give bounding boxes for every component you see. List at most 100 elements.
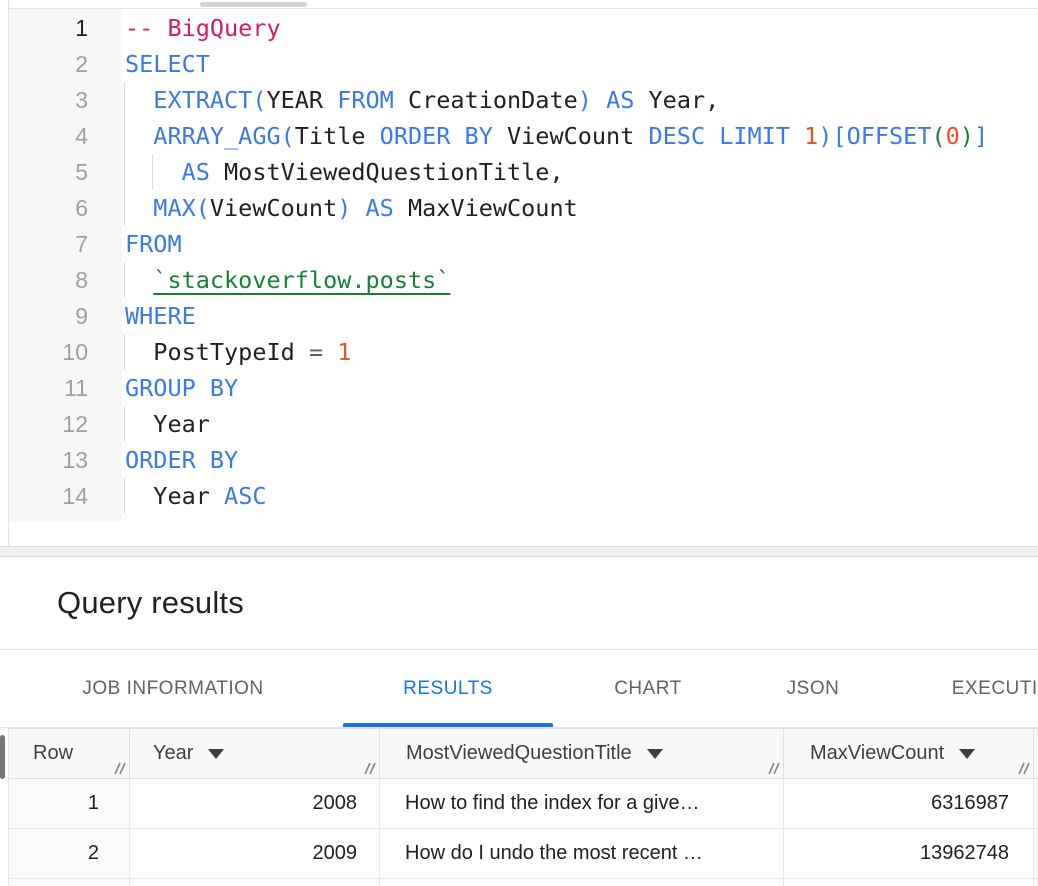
code-token — [125, 158, 182, 186]
code-token — [125, 86, 153, 114]
column-header-row[interactable]: Row — [9, 729, 130, 778]
code-line[interactable]: -- BigQuery — [125, 10, 1038, 46]
code-token: `stackoverflow.posts` — [153, 266, 450, 294]
tab-execution-details[interactable]: EXECUTION DETAILS — [883, 650, 1038, 727]
code-token: ) AS — [337, 194, 394, 222]
code-token: PostTypeId — [153, 338, 309, 366]
table-cell[interactable]: 2008 — [130, 779, 380, 828]
sql-code-editor[interactable]: 1234567891011121314 -- BigQuerySELECT EX… — [9, 9, 1038, 546]
caret-down-icon[interactable] — [208, 749, 224, 759]
code-line[interactable]: ORDER BY — [125, 442, 1038, 478]
panel-resize-divider[interactable] — [0, 546, 1038, 557]
line-number: 4 — [9, 118, 122, 154]
code-line[interactable]: Year ASC — [125, 478, 1038, 514]
code-line[interactable]: ARRAY_AGG(Title ORDER BY ViewCount DESC … — [125, 118, 1038, 154]
table-cell[interactable]: 6316987 — [784, 779, 1034, 828]
table-cell[interactable]: How to find the index for a give… — [380, 779, 784, 828]
table-cell — [9, 879, 130, 886]
column-header-mostviewedquestiontitle[interactable]: MostViewedQuestionTitle — [380, 729, 784, 778]
tab-chart[interactable]: CHART — [553, 650, 743, 727]
code-line[interactable]: Year — [125, 406, 1038, 442]
code-line[interactable]: `stackoverflow.posts` — [125, 262, 1038, 298]
code-lines[interactable]: -- BigQuery SELECT EXTRACT(YEAR FROM Crea… — [125, 10, 1038, 514]
indent-guide — [124, 190, 125, 226]
code-token: 0 — [946, 122, 960, 150]
code-token: WHERE — [125, 302, 196, 330]
code-line[interactable]: GROUP BY — [125, 370, 1038, 406]
code-line[interactable]: WHERE — [125, 298, 1038, 334]
code-token: MAX( — [153, 194, 210, 222]
code-line[interactable]: EXTRACT(YEAR FROM CreationDate) AS Year, — [125, 82, 1038, 118]
code-line[interactable]: PostTypeId = 1 — [125, 334, 1038, 370]
vertical-scrollbar-thumb[interactable] — [0, 735, 5, 779]
code-token: DESC LIMIT — [649, 122, 805, 150]
code-token: FROM — [337, 86, 394, 114]
column-resize-handle-icon[interactable] — [360, 759, 376, 775]
code-line[interactable]: MAX(ViewCount) AS MaxViewCount — [125, 190, 1038, 226]
line-number: 14 — [9, 478, 122, 514]
code-line[interactable]: SELECT — [125, 46, 1038, 82]
code-token: ] — [974, 122, 988, 150]
code-token: 1 — [323, 338, 351, 366]
code-token: ) — [578, 86, 592, 114]
indent-guide — [124, 82, 125, 118]
table-cell[interactable]: How do I undo the most recent … — [380, 829, 784, 878]
indent-guide — [152, 154, 153, 190]
code-token: Year — [153, 482, 224, 510]
caret-down-icon[interactable] — [959, 749, 975, 759]
results-tab-bar: JOB INFORMATION RESULTSCHARTJSONEXECUTION… — [0, 650, 1038, 728]
query-results-title: Query results — [57, 557, 244, 649]
code-token: ARRAY_AGG( — [153, 122, 294, 150]
tab-job-information[interactable]: JOB INFORMATION — [33, 650, 313, 727]
code-token: AS — [606, 86, 634, 114]
column-header-label: Row — [33, 742, 73, 765]
results-table: Row Year MostViewedQuestionTitle MaxViewCou… — [9, 728, 1038, 886]
indent-guide — [124, 478, 125, 514]
code-token: MostViewedQuestionTitle, — [210, 158, 564, 186]
column-header-maxviewcount[interactable]: MaxViewCount — [784, 729, 1034, 778]
indent-guide — [124, 154, 125, 190]
code-token: GROUP BY — [125, 374, 238, 402]
indent-guide — [124, 406, 125, 442]
results-table-body: 12008How to find the index for a give…63… — [9, 779, 1038, 886]
indent-guide — [124, 334, 125, 370]
table-cell[interactable]: 13962748 — [784, 829, 1034, 878]
code-token: ( — [931, 122, 945, 150]
line-number: 11 — [9, 370, 122, 406]
code-token: -- BigQuery — [125, 14, 281, 42]
horizontal-scrollbar-thumb[interactable] — [200, 2, 307, 7]
table-cell[interactable]: 2009 — [130, 829, 380, 878]
caret-down-icon[interactable] — [647, 749, 663, 759]
column-header-label: MostViewedQuestionTitle — [406, 742, 632, 765]
code-token — [125, 266, 153, 294]
code-token — [125, 482, 153, 510]
table-row: 22009How do I undo the most recent …1396… — [9, 829, 1038, 879]
column-resize-handle-icon[interactable] — [764, 759, 780, 775]
code-token — [592, 86, 606, 114]
query-results-header: Query results — [0, 557, 1038, 650]
code-token: Year — [153, 410, 210, 438]
code-line[interactable]: FROM — [125, 226, 1038, 262]
line-number: 7 — [9, 226, 122, 262]
line-number: 2 — [9, 46, 122, 82]
table-cell[interactable]: 1 — [9, 779, 130, 828]
code-token: ORDER BY — [125, 446, 238, 474]
column-header-label: MaxViewCount — [810, 742, 944, 765]
column-resize-handle-icon[interactable] — [1014, 759, 1030, 775]
indent-guide — [124, 262, 125, 298]
gutter: 1234567891011121314 — [9, 9, 122, 521]
line-number: 5 — [9, 154, 122, 190]
tab-results[interactable]: RESULTS — [343, 650, 553, 727]
tab-json[interactable]: JSON — [743, 650, 883, 727]
column-header-year[interactable]: Year — [130, 729, 380, 778]
code-token: AS — [182, 158, 210, 186]
code-line[interactable]: AS MostViewedQuestionTitle, — [125, 154, 1038, 190]
code-token: MaxViewCount — [394, 194, 578, 222]
table-cell[interactable]: 2 — [9, 829, 130, 878]
line-number: 12 — [9, 406, 122, 442]
column-header-label: Year — [153, 742, 193, 765]
code-token — [125, 194, 153, 222]
code-token: Title — [295, 122, 380, 150]
column-resize-handle-icon[interactable] — [110, 759, 126, 775]
line-number: 13 — [9, 442, 122, 478]
